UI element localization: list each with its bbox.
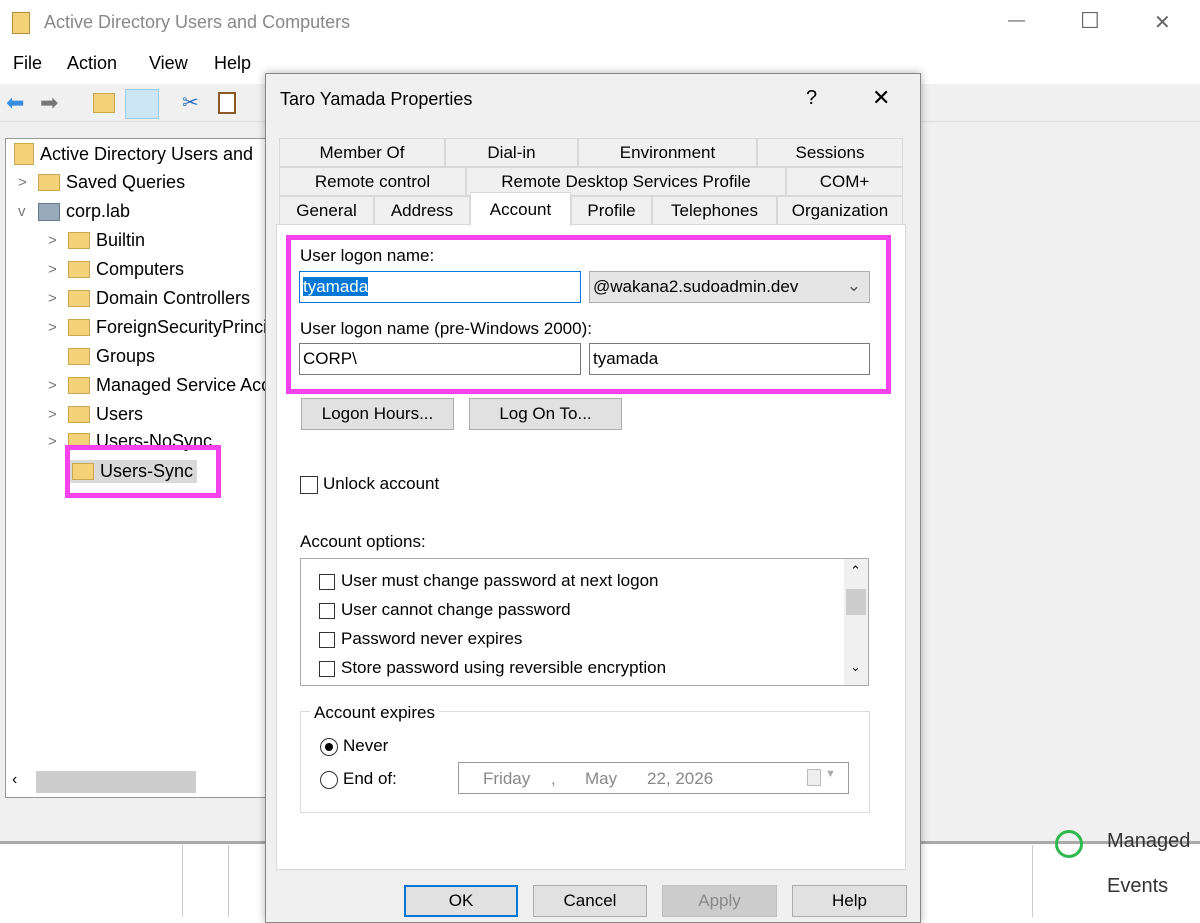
folder-icon bbox=[68, 377, 90, 394]
back-icon[interactable]: ⬅ bbox=[6, 90, 24, 116]
title-bar: Active Directory Users and Computers — ☐… bbox=[0, 0, 1200, 44]
account-options-label: Account options: bbox=[300, 532, 426, 551]
expiry-date-picker[interactable]: Friday , May 22, 2026 ▼ bbox=[458, 762, 849, 794]
tree-root[interactable]: Active Directory Users and bbox=[14, 143, 253, 165]
chevron-right-icon[interactable]: > bbox=[48, 377, 62, 394]
scroll-up-icon[interactable]: ⌃ bbox=[850, 563, 861, 579]
scroll-thumb[interactable] bbox=[36, 771, 196, 793]
forward-icon[interactable]: ➡ bbox=[40, 90, 58, 116]
up-folder-icon[interactable] bbox=[93, 93, 115, 113]
tree-item-saved-queries[interactable]: > Saved Queries bbox=[18, 172, 185, 193]
menu-action[interactable]: Action bbox=[67, 53, 117, 74]
tree-item-corp-lab[interactable]: v corp.lab bbox=[18, 201, 130, 222]
cancel-button[interactable]: Cancel bbox=[533, 885, 647, 917]
tree-item[interactable]: > Domain Controllers bbox=[48, 288, 250, 309]
calendar-icon[interactable] bbox=[807, 769, 821, 786]
tab-environment[interactable]: Environment bbox=[578, 138, 757, 167]
window-title: Active Directory Users and Computers bbox=[44, 12, 351, 32]
tree-item[interactable]: Groups bbox=[48, 346, 155, 367]
folder-icon bbox=[38, 174, 60, 191]
radio[interactable] bbox=[320, 737, 338, 756]
account-expires-label: Account expires bbox=[310, 703, 439, 723]
paste-icon[interactable] bbox=[218, 92, 236, 114]
tab-profile[interactable]: Profile bbox=[571, 196, 652, 225]
menu-view[interactable]: View bbox=[149, 53, 188, 74]
scroll-left-icon[interactable]: ‹ bbox=[12, 771, 17, 789]
checkbox[interactable] bbox=[319, 602, 335, 619]
checkbox[interactable] bbox=[319, 660, 335, 677]
snapin-icon bbox=[14, 143, 34, 165]
chevron-down-icon[interactable]: v bbox=[18, 203, 32, 220]
domain-icon bbox=[38, 202, 60, 221]
folder-icon bbox=[68, 232, 90, 249]
apply-button[interactable]: Apply bbox=[662, 885, 777, 917]
tab-remote-control[interactable]: Remote control bbox=[279, 167, 466, 196]
radio[interactable] bbox=[320, 770, 338, 789]
chevron-right-icon[interactable]: > bbox=[48, 232, 62, 249]
end-of-radio[interactable]: End of: bbox=[320, 769, 397, 789]
folder-icon bbox=[68, 319, 90, 336]
chevron-right-icon[interactable]: > bbox=[18, 174, 32, 191]
tab-organization[interactable]: Organization bbox=[777, 196, 903, 225]
close-button[interactable]: ✕ bbox=[1154, 10, 1171, 35]
chevron-right-icon[interactable]: > bbox=[48, 433, 62, 450]
chevron-right-icon[interactable]: > bbox=[48, 406, 62, 423]
account-options-list: User must change password at next logon … bbox=[300, 558, 869, 686]
dropdown-arrow-icon[interactable]: ▼ bbox=[825, 768, 836, 780]
ou-folder-icon bbox=[68, 290, 90, 307]
tree-item[interactable]: > Users bbox=[48, 404, 143, 425]
tab-member-of[interactable]: Member Of bbox=[279, 138, 445, 167]
scroll-thumb[interactable] bbox=[846, 589, 866, 615]
highlight-users-sync bbox=[65, 445, 221, 498]
status-ok-icon bbox=[1055, 830, 1083, 858]
tab-sessions[interactable]: Sessions bbox=[757, 138, 903, 167]
help-dialog-button[interactable]: Help bbox=[792, 885, 907, 917]
folder-icon bbox=[68, 261, 90, 278]
bg-managed-label: Managed bbox=[1107, 830, 1191, 852]
bg-events-label: Events bbox=[1107, 875, 1169, 897]
never-radio[interactable]: Never bbox=[320, 736, 388, 756]
menu-file[interactable]: File bbox=[13, 53, 42, 74]
chevron-right-icon[interactable]: > bbox=[48, 319, 62, 336]
tab-account[interactable]: Account bbox=[470, 192, 571, 226]
folder-icon bbox=[68, 406, 90, 423]
tab-telephones[interactable]: Telephones bbox=[652, 196, 777, 225]
help-button[interactable]: ? bbox=[806, 87, 817, 110]
dialog-close-button[interactable]: ✕ bbox=[872, 85, 890, 111]
checkbox[interactable] bbox=[319, 631, 335, 648]
option-reversible-encryption[interactable]: Store password using reversible encrypti… bbox=[319, 658, 666, 678]
tree-item[interactable]: > ForeignSecurityPrincipals bbox=[48, 317, 300, 338]
chevron-right-icon[interactable]: > bbox=[48, 290, 62, 307]
dialog-title: Taro Yamada Properties bbox=[280, 89, 473, 109]
vertical-scrollbar[interactable]: ⌃ ⌄ bbox=[844, 559, 868, 685]
menu-help[interactable]: Help bbox=[214, 53, 251, 74]
tab-com-plus[interactable]: COM+ bbox=[786, 167, 903, 196]
option-cannot-change-password[interactable]: User cannot change password bbox=[319, 600, 571, 620]
horizontal-scrollbar[interactable]: ‹ bbox=[6, 769, 266, 795]
ok-button[interactable]: OK bbox=[404, 885, 518, 917]
cut-icon[interactable]: ✂ bbox=[182, 90, 199, 115]
checkbox[interactable] bbox=[300, 475, 318, 494]
tab-general[interactable]: General bbox=[279, 196, 374, 225]
tab-address[interactable]: Address bbox=[374, 196, 470, 225]
logon-hours-button[interactable]: Logon Hours... bbox=[301, 398, 454, 430]
app-icon bbox=[12, 12, 30, 34]
tab-dial-in[interactable]: Dial-in bbox=[445, 138, 578, 167]
maximize-button[interactable]: ☐ bbox=[1080, 8, 1100, 34]
log-on-to-button[interactable]: Log On To... bbox=[469, 398, 622, 430]
highlight-logon-names bbox=[286, 235, 891, 394]
checkbox[interactable] bbox=[319, 573, 335, 590]
tree-item[interactable]: > Builtin bbox=[48, 230, 145, 251]
chevron-right-icon[interactable]: > bbox=[48, 261, 62, 278]
unlock-account-checkbox[interactable]: Unlock account bbox=[300, 474, 439, 494]
option-must-change-password[interactable]: User must change password at next logon bbox=[319, 571, 659, 591]
scroll-down-icon[interactable]: ⌄ bbox=[850, 659, 861, 675]
option-password-never-expires[interactable]: Password never expires bbox=[319, 629, 522, 649]
show-hide-tree-icon[interactable] bbox=[125, 89, 159, 119]
ou-folder-icon bbox=[68, 348, 90, 365]
minimize-button[interactable]: — bbox=[1008, 10, 1025, 30]
tree-item[interactable]: > Computers bbox=[48, 259, 184, 280]
